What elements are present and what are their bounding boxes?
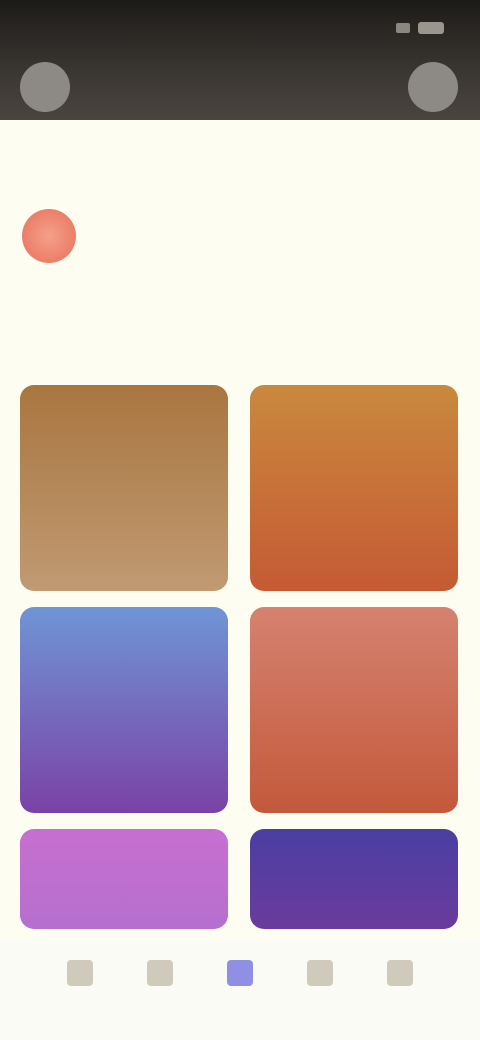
signal-icon	[396, 23, 410, 33]
category-tile[interactable]	[20, 829, 228, 929]
nav-library[interactable]	[290, 960, 350, 992]
home-icon	[67, 960, 93, 986]
recent-item[interactable]	[22, 200, 452, 272]
recent-item-icon	[22, 209, 76, 263]
browse-icon	[227, 960, 253, 986]
bottom-navigation	[0, 940, 480, 1040]
top-app-bar	[0, 0, 480, 120]
profile-avatar-button[interactable]	[20, 62, 70, 112]
nav-search[interactable]	[130, 960, 190, 992]
category-tile[interactable]	[250, 607, 458, 813]
category-tile[interactable]	[250, 829, 458, 929]
nav-more[interactable]	[370, 960, 430, 992]
more-icon	[387, 960, 413, 986]
status-icons	[396, 22, 444, 34]
nav-browse[interactable]	[210, 960, 270, 992]
nav-home[interactable]	[50, 960, 110, 992]
library-icon	[307, 960, 333, 986]
category-tile[interactable]	[20, 385, 228, 591]
settings-button[interactable]	[408, 62, 458, 112]
category-tile[interactable]	[250, 385, 458, 591]
search-icon	[147, 960, 173, 986]
battery-icon	[418, 22, 444, 34]
category-tile[interactable]	[20, 607, 228, 813]
